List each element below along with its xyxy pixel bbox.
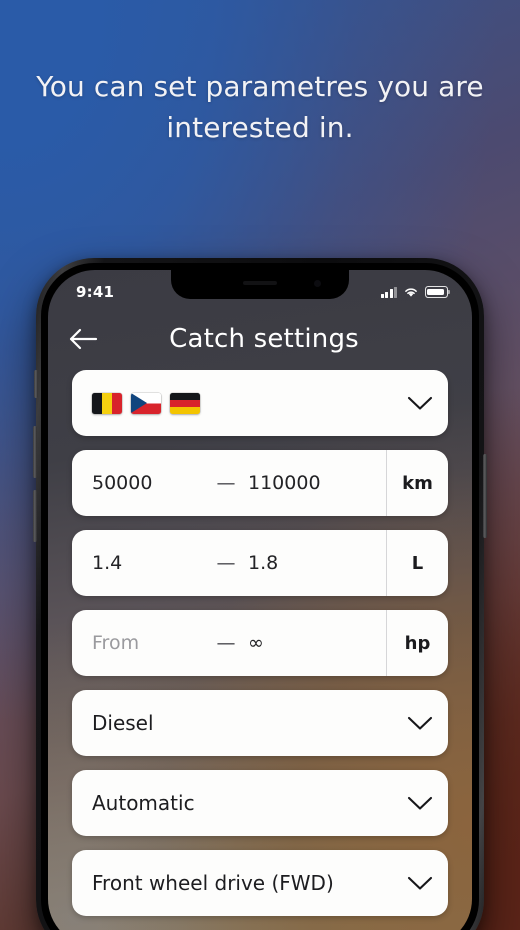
phone-volume-down-button[interactable]: [33, 490, 37, 542]
app-bar: Catch settings: [48, 308, 472, 370]
fuel-type-value: Diesel: [92, 711, 154, 735]
mileage-from-input[interactable]: 50000: [92, 472, 204, 494]
range-dash: —: [216, 552, 236, 574]
fuel-type-chevron[interactable]: [392, 716, 448, 731]
phone-mockup: 9:41 Catch settings 50000 — 110000 km 1.…: [33, 258, 487, 930]
wifi-icon: [405, 288, 417, 297]
country-filter-row[interactable]: [72, 370, 448, 436]
front-camera-icon: [314, 280, 321, 287]
drivetrain-filter-row[interactable]: Front wheel drive (FWD): [72, 850, 448, 916]
power-to-input[interactable]: ∞: [248, 632, 264, 654]
engine-volume-to-input[interactable]: 1.8: [248, 552, 278, 574]
chevron-down-icon: [407, 396, 433, 410]
fuel-type-filter-row[interactable]: Diesel: [72, 690, 448, 756]
chevron-down-icon: [407, 716, 433, 730]
earpiece-speaker-icon: [243, 281, 277, 285]
battery-icon: [425, 286, 451, 298]
mileage-to-input[interactable]: 110000: [248, 472, 321, 494]
transmission-chevron[interactable]: [392, 796, 448, 811]
mileage-filter-row[interactable]: 50000 — 110000 km: [72, 450, 448, 516]
mileage-range: 50000 — 110000: [72, 450, 386, 516]
drivetrain-chevron[interactable]: [392, 876, 448, 891]
flag-belgium-icon: [92, 392, 122, 414]
status-bar-icons: [380, 286, 451, 298]
country-flag-group: [72, 392, 392, 414]
country-filter-chevron[interactable]: [392, 396, 448, 411]
phone-bezel: 9:41 Catch settings 50000 — 110000 km 1.…: [41, 263, 479, 930]
page-title: Catch settings: [169, 324, 359, 354]
phone-mute-switch[interactable]: [34, 370, 38, 398]
headline-text: You can set parametres you are intereste…: [36, 70, 484, 144]
range-dash: —: [216, 472, 236, 494]
range-dash: —: [216, 632, 236, 654]
phone-notch: [171, 270, 349, 299]
phone-power-button[interactable]: [483, 454, 487, 538]
transmission-value: Automatic: [92, 791, 195, 815]
chevron-down-icon: [407, 876, 433, 890]
phone-screen: 9:41 Catch settings 50000 — 110000 km 1.…: [48, 270, 472, 930]
back-button[interactable]: [56, 312, 110, 366]
engine-volume-unit-label: L: [386, 530, 448, 596]
power-from-input[interactable]: From: [92, 632, 204, 654]
power-filter-row[interactable]: From — ∞ hp: [72, 610, 448, 676]
transmission-filter-row[interactable]: Automatic: [72, 770, 448, 836]
phone-volume-up-button[interactable]: [33, 426, 37, 478]
flag-germany-icon: [170, 392, 200, 414]
drivetrain-value: Front wheel drive (FWD): [92, 871, 334, 895]
engine-volume-from-input[interactable]: 1.4: [92, 552, 204, 574]
power-range: From — ∞: [72, 610, 386, 676]
settings-list: 50000 — 110000 km 1.4 — 1.8 L From — ∞ h…: [48, 370, 472, 930]
power-unit-label: hp: [386, 610, 448, 676]
status-bar-clock: 9:41: [76, 283, 115, 301]
engine-volume-range: 1.4 — 1.8: [72, 530, 386, 596]
cellular-signal-icon: [380, 286, 397, 298]
engine-volume-filter-row[interactable]: 1.4 — 1.8 L: [72, 530, 448, 596]
chevron-down-icon: [407, 796, 433, 810]
mileage-unit-label: km: [386, 450, 448, 516]
flag-czech-republic-icon: [131, 392, 161, 414]
arrow-left-icon: [69, 328, 98, 350]
